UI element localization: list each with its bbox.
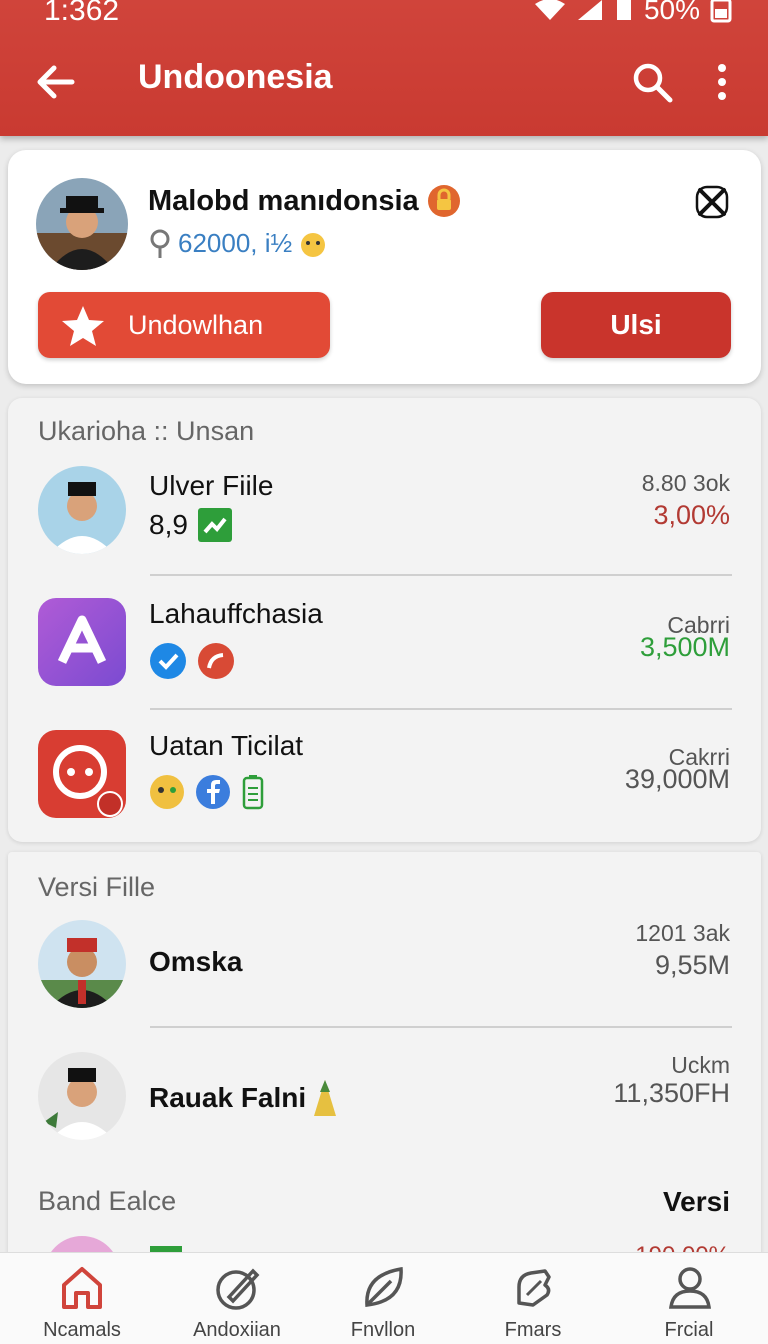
ulsi-button[interactable]: Ulsi — [541, 292, 731, 358]
list-section-2: Versi Fille Omska 1201 3ak 9,55M Rauak F… — [8, 852, 761, 1272]
status-time: 1:362 — [44, 0, 120, 27]
emoji-icon — [301, 232, 326, 257]
status-bar: 1:362 50% — [0, 0, 768, 36]
tab-andoxiian[interactable]: Andoxiian — [172, 1253, 302, 1344]
row-value-bottom: 9,55M — [654, 950, 730, 980]
bag-icon — [314, 1080, 337, 1116]
battery-badge-icon — [242, 775, 264, 810]
divider — [150, 1026, 732, 1028]
download-button-label: Undowlhan — [128, 309, 264, 340]
row-name: Uatan Ticilat — [149, 730, 304, 761]
profile-meta-text: 62000, i½ — [178, 228, 293, 258]
profile-name-row: Malobd manıdonsia — [148, 184, 461, 218]
location-pin-icon — [150, 229, 170, 258]
toolbar: Undoonesia — [0, 52, 768, 112]
status-icons: 50% — [534, 0, 732, 26]
leaf-icon — [365, 1266, 403, 1307]
app-icon — [38, 598, 126, 686]
row-avatar — [38, 1052, 126, 1140]
row-name-wrap: Rauak Falni — [149, 1078, 338, 1118]
row-value-top: 8.80 3ok — [641, 470, 730, 496]
section-title: Ukarioha :: Unsan — [38, 416, 255, 446]
row-value-top: Uckm — [671, 1052, 730, 1078]
versi-label: Versi — [663, 1186, 730, 1217]
emoji-badge-icon — [150, 775, 184, 809]
list-item[interactable]: Lahauffchasia Cabrri 3,500M — [8, 598, 761, 718]
tab-home[interactable]: Ncamals — [17, 1253, 147, 1344]
tab-label: Ncamals — [43, 1319, 121, 1341]
search-icon[interactable] — [630, 60, 674, 104]
tab-frcial[interactable]: Frcial — [624, 1253, 754, 1344]
row-name: Ulver Fiile — [149, 470, 274, 501]
row-badges — [149, 774, 265, 810]
list-item[interactable]: Omska 1201 3ak 9,55M — [8, 920, 761, 1040]
row-value-top: 1201 3ak — [635, 920, 730, 946]
battery-percent: 50% — [643, 0, 700, 25]
trend-up-icon — [197, 508, 232, 542]
row-name: Rauak Falni — [149, 1082, 307, 1113]
sim-icon — [616, 0, 631, 20]
profile-name: Malobd manıdonsia — [148, 184, 419, 217]
row-avatar — [38, 920, 126, 1008]
ulsi-button-label: Ulsi — [610, 309, 662, 340]
app-bar: 1:362 50% Undoonesia — [0, 0, 768, 136]
signal-icon — [577, 0, 602, 20]
section-title: Versi Fille — [38, 872, 156, 902]
curve-badge-icon — [198, 643, 234, 679]
tab-label: Andoxiian — [193, 1319, 281, 1341]
row-badges — [149, 642, 235, 680]
row-value-bottom: 3,00% — [653, 500, 730, 530]
subsection-title: Band Ealce — [38, 1186, 177, 1216]
facebook-icon — [196, 775, 230, 809]
row-sub-value: 8,9 — [149, 509, 188, 540]
page-title: Undoonesia — [138, 58, 333, 96]
tab-fnvllon[interactable]: Fnvllon — [318, 1253, 448, 1344]
app-icon — [38, 730, 126, 818]
list-item[interactable]: Uatan Ticilat Cakrri 39,000M — [8, 730, 761, 850]
row-name: Omska — [149, 946, 243, 977]
star-icon — [62, 306, 104, 346]
row-avatar — [38, 466, 126, 554]
puzzle-icon — [517, 1269, 551, 1307]
tab-label: Fmars — [504, 1319, 562, 1341]
wifi-icon — [534, 0, 565, 20]
row-value-bottom: 39,000M — [624, 764, 730, 794]
bottom-nav: Ncamals Andoxiian Fnvllon Fmars Frcial — [0, 1252, 768, 1344]
divider — [150, 708, 732, 710]
row-value-bottom: 3,500M — [639, 632, 730, 662]
tab-fmars[interactable]: Fmars — [468, 1253, 598, 1344]
download-button[interactable]: Undowlhan — [38, 292, 330, 358]
close-icon[interactable] — [694, 184, 730, 220]
pen-circle-icon — [216, 1268, 260, 1310]
tab-label: Fnvllon — [350, 1319, 416, 1341]
home-icon — [62, 1267, 102, 1309]
tab-label: Frcial — [664, 1319, 714, 1341]
more-vert-icon[interactable] — [704, 60, 740, 104]
user-icon — [669, 1267, 711, 1309]
list-section-1: Ukarioha :: Unsan Ulver Fiile 8,9 8.80 3… — [8, 398, 761, 842]
profile-card: Malobd manıdonsia 62000, i½ Undowlhan Ul… — [8, 150, 761, 384]
divider — [150, 574, 732, 576]
list-item[interactable]: Ulver Fiile 8,9 8.80 3ok 3,00% — [8, 466, 761, 586]
verified-check-icon — [150, 643, 186, 679]
profile-meta: 62000, i½ — [148, 228, 328, 259]
back-arrow-icon[interactable] — [34, 60, 78, 104]
profile-avatar — [36, 178, 128, 270]
battery-icon — [710, 0, 732, 23]
row-value-bottom: 11,350FH — [613, 1078, 730, 1108]
row-sub: 8,9 — [149, 508, 232, 542]
lock-badge-icon — [427, 185, 460, 217]
row-name: Lahauffchasia — [149, 598, 323, 629]
list-item[interactable]: Rauak Falni Uckm 11,350FH — [8, 1052, 761, 1172]
